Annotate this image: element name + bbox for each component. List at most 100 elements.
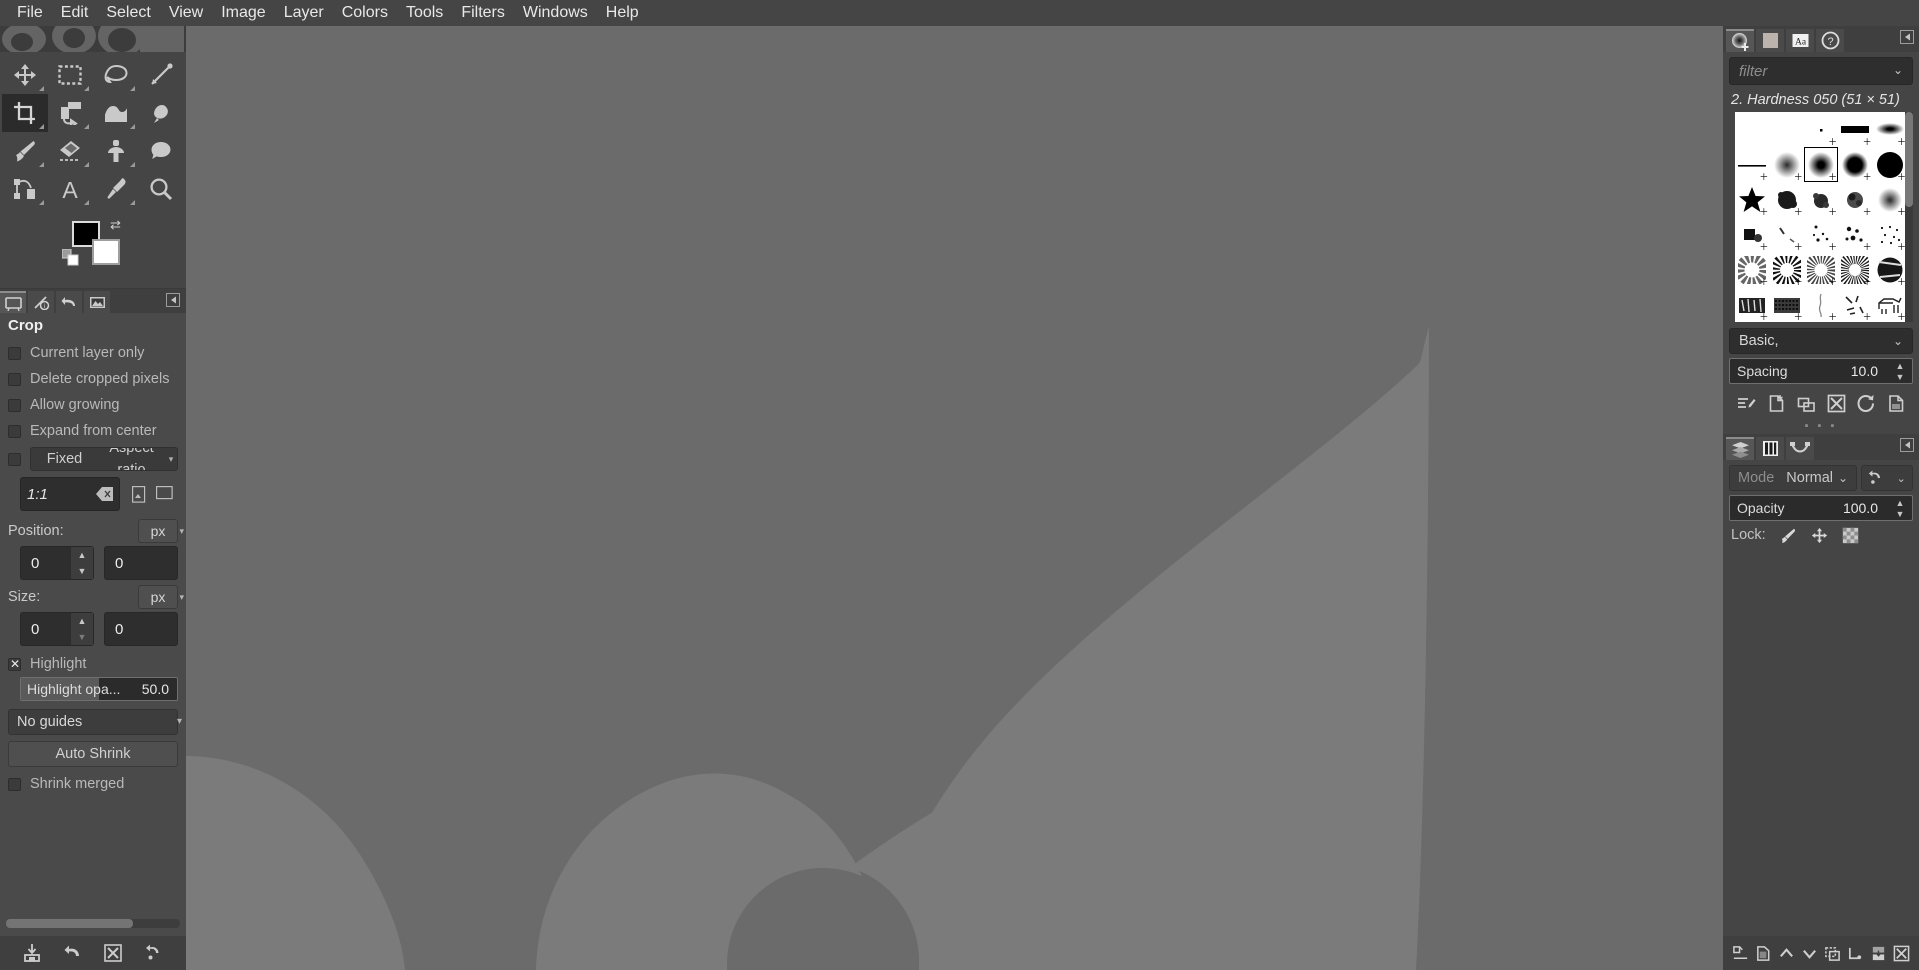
spin-up-icon[interactable]: ▲ xyxy=(78,617,87,626)
fixed-aspect-control[interactable]: Fixed Aspect ratio ▾ xyxy=(30,447,178,471)
tool-smudge[interactable] xyxy=(139,94,185,132)
option-delete-cropped-pixels[interactable]: Delete cropped pixels xyxy=(0,366,186,392)
tool-rectangle-select[interactable] xyxy=(48,56,94,94)
menu-item-image[interactable]: Image xyxy=(212,2,274,24)
move-lock-icon[interactable] xyxy=(1811,527,1828,544)
landscape-icon[interactable] xyxy=(156,485,173,500)
brush-item[interactable]: ＋ xyxy=(1838,112,1872,147)
tool-measure[interactable] xyxy=(139,56,185,94)
dock-resize-handle[interactable]: ▪ ▪ ▪ xyxy=(1723,418,1919,434)
option-fixed-aspect[interactable]: Fixed Aspect ratio ▾ xyxy=(0,444,186,474)
brush-item[interactable]: ＋ xyxy=(1838,252,1872,287)
tab-paths[interactable] xyxy=(1786,437,1814,460)
option-shrink-merged[interactable]: Shrink merged xyxy=(0,771,186,797)
tool-options-hscrollbar[interactable] xyxy=(6,919,180,928)
menu-item-colors[interactable]: Colors xyxy=(333,2,397,24)
image-canvas[interactable] xyxy=(186,26,1723,970)
menu-item-view[interactable]: View xyxy=(160,2,212,24)
tool-unified-transform[interactable] xyxy=(48,94,94,132)
portrait-icon[interactable] xyxy=(132,485,146,503)
menu-item-filters[interactable]: Filters xyxy=(452,2,514,24)
tab-document-history[interactable]: ? xyxy=(1816,29,1844,52)
brush-item[interactable]: ＋ xyxy=(1804,112,1838,147)
reset-icon[interactable] xyxy=(145,944,163,962)
reset-icon[interactable] xyxy=(1868,470,1884,486)
brush-item[interactable]: ＋ xyxy=(1804,182,1838,217)
guides-select[interactable]: No guides ▾ xyxy=(8,709,182,735)
open-as-image-icon[interactable] xyxy=(1887,394,1906,413)
layer-mode-select[interactable]: Mode Normal ⌄ xyxy=(1729,465,1857,491)
alpha-lock-icon[interactable] xyxy=(1842,527,1859,544)
brush-item[interactable]: ＋ xyxy=(1873,147,1907,182)
delete-layer-icon[interactable] xyxy=(1893,945,1910,962)
brush-item[interactable]: ＋ xyxy=(1873,112,1907,147)
brush-item[interactable]: ＋ xyxy=(1769,217,1803,252)
new-brush-icon[interactable] xyxy=(1767,394,1786,413)
brush-item[interactable]: ＋ xyxy=(1838,287,1872,322)
size-unit-select[interactable]: px ▾ xyxy=(138,585,184,609)
chevron-up-icon[interactable] xyxy=(1778,945,1795,962)
duplicate-brush-icon[interactable] xyxy=(1797,394,1816,413)
brush-filter-input[interactable]: filter ⌄ xyxy=(1729,57,1913,85)
size-width-stepper[interactable]: ▲ ▼ xyxy=(71,613,93,645)
layer-list[interactable] xyxy=(1723,548,1919,932)
checkbox-current-layer-only[interactable] xyxy=(8,346,21,360)
delete-icon[interactable] xyxy=(104,944,123,962)
background-color-swatch[interactable] xyxy=(92,239,120,265)
spin-up-icon[interactable]: ▲ xyxy=(1896,498,1905,507)
tab-images[interactable] xyxy=(84,291,110,313)
restore-icon[interactable] xyxy=(64,944,82,962)
brush-item[interactable] xyxy=(1735,112,1769,147)
menu-item-help[interactable]: Help xyxy=(597,2,648,24)
duplicate-layer-icon[interactable] xyxy=(1824,945,1841,962)
menu-item-layer[interactable]: Layer xyxy=(275,2,333,24)
brush-item[interactable] xyxy=(1769,112,1803,147)
scrollbar-thumb[interactable] xyxy=(1905,112,1913,207)
size-width-input[interactable]: 0 ▲ ▼ xyxy=(20,612,94,646)
spin-up-icon[interactable]: ▲ xyxy=(78,551,87,560)
tool-zoom[interactable] xyxy=(139,170,185,208)
opacity-stepper[interactable]: ▲ ▼ xyxy=(1890,497,1910,519)
dock-menu-icon[interactable] xyxy=(166,293,180,307)
option-allow-growing[interactable]: Allow growing xyxy=(0,392,186,418)
highlight-opacity-slider[interactable]: Highlight opa... 50.0 xyxy=(20,677,178,701)
new-layer-group-icon[interactable] xyxy=(1755,945,1772,962)
menu-item-windows[interactable]: Windows xyxy=(514,2,597,24)
chevron-down-icon[interactable]: ⌄ xyxy=(1897,472,1906,485)
merge-down-icon[interactable] xyxy=(1870,945,1887,962)
tab-undo-history[interactable] xyxy=(56,291,82,313)
menu-item-select[interactable]: Select xyxy=(97,2,159,24)
spacing-stepper[interactable]: ▲ ▼ xyxy=(1890,360,1910,382)
reset-colors-icon[interactable] xyxy=(62,249,80,267)
brush-item[interactable]: ＋ xyxy=(1838,147,1872,182)
dock-menu-icon[interactable] xyxy=(1900,438,1914,452)
chevron-down-icon[interactable]: ⌄ xyxy=(1893,334,1903,348)
brush-item[interactable]: ＋ xyxy=(1769,182,1803,217)
brush-item[interactable]: ＋ xyxy=(1838,182,1872,217)
menu-item-tools[interactable]: Tools xyxy=(397,2,452,24)
tool-paintbrush[interactable] xyxy=(2,132,48,170)
option-current-layer-only[interactable]: Current layer only xyxy=(0,340,186,366)
checkbox-shrink-merged[interactable] xyxy=(8,777,21,791)
spin-down-icon[interactable]: ▼ xyxy=(1896,509,1905,518)
checkbox-expand-from-center[interactable] xyxy=(8,424,21,438)
position-unit-select[interactable]: px ▾ xyxy=(138,519,184,543)
brush-item[interactable]: ＋ xyxy=(1769,147,1803,182)
checkbox-delete-cropped-pixels[interactable] xyxy=(8,372,21,386)
save-icon[interactable] xyxy=(23,944,41,962)
checkbox-highlight[interactable] xyxy=(8,656,21,672)
brush-item[interactable]: ＋ xyxy=(1769,287,1803,322)
brush-item[interactable]: ＋ xyxy=(1769,252,1803,287)
tab-layers[interactable] xyxy=(1726,437,1754,460)
aspect-ratio-input[interactable]: 1:1 xyxy=(20,477,120,511)
brush-item[interactable]: ＋ xyxy=(1873,252,1907,287)
tab-tool-options[interactable] xyxy=(0,291,26,313)
brush-lock-icon[interactable] xyxy=(1780,527,1797,544)
position-x-input[interactable]: 0 ▲ ▼ xyxy=(20,546,94,580)
brush-preset-select[interactable]: Basic, ⌄ xyxy=(1729,328,1913,354)
menu-item-edit[interactable]: Edit xyxy=(52,2,98,24)
tool-color-picker[interactable] xyxy=(93,170,139,208)
tab-brushes[interactable] xyxy=(1726,29,1754,52)
spacing-slider[interactable]: Spacing 10.0 ▲ ▼ xyxy=(1729,358,1913,384)
brush-item[interactable]: ＋ xyxy=(1873,182,1907,217)
